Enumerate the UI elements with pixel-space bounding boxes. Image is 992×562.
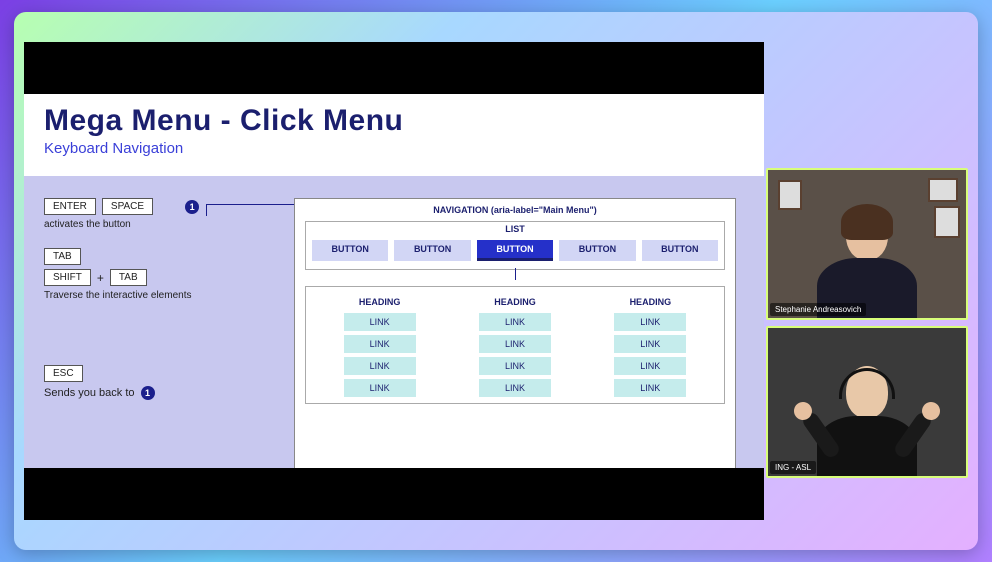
submenu-col: HEADING LINK LINK LINK LINK bbox=[454, 297, 576, 397]
column-heading: HEADING bbox=[359, 297, 401, 307]
slide-body: ENTER SPACE 1 activates the button TAB S… bbox=[24, 176, 764, 510]
menu-diagram: NAVIGATION (aria-label="Main Menu") LIST… bbox=[294, 198, 736, 480]
interpreter-name: ING - ASL bbox=[770, 461, 816, 474]
arm-left bbox=[800, 410, 842, 460]
menu-button[interactable]: BUTTON bbox=[312, 240, 388, 261]
menu-link[interactable]: LINK bbox=[344, 357, 416, 375]
key-esc: ESC bbox=[44, 365, 83, 382]
menu-link[interactable]: LINK bbox=[614, 335, 686, 353]
list-label: LIST bbox=[306, 222, 724, 236]
presenter-name: Stephanie Andreasovich bbox=[770, 303, 866, 316]
submenu-col: HEADING LINK LINK LINK LINK bbox=[589, 297, 711, 397]
hand-left-icon bbox=[790, 398, 815, 423]
submenu-columns: HEADING LINK LINK LINK LINK HEADING LINK… bbox=[312, 297, 718, 397]
presentation-slide: Mega Menu - Click Menu Keyboard Navigati… bbox=[24, 94, 764, 510]
slide-header: Mega Menu - Click Menu Keyboard Navigati… bbox=[24, 94, 764, 163]
menu-link[interactable]: LINK bbox=[614, 357, 686, 375]
button-row: BUTTON BUTTON BUTTON BUTTON BUTTON bbox=[306, 236, 724, 269]
menu-link[interactable]: LINK bbox=[344, 335, 416, 353]
submenu-panel: HEADING LINK LINK LINK LINK HEADING LINK… bbox=[305, 286, 725, 404]
desc-esc-text: Sends you back to bbox=[44, 387, 135, 399]
gradient-background: Mega Menu - Click Menu Keyboard Navigati… bbox=[0, 0, 992, 562]
menu-link[interactable]: LINK bbox=[479, 357, 551, 375]
menu-button-active[interactable]: BUTTON bbox=[477, 240, 553, 261]
menu-link[interactable]: LINK bbox=[479, 313, 551, 331]
key-enter: ENTER bbox=[44, 198, 96, 215]
marker-1-icon: 1 bbox=[185, 200, 199, 214]
dropdown-connector bbox=[515, 268, 516, 280]
plus-icon: + bbox=[97, 271, 104, 285]
slide-subtitle: Keyboard Navigation bbox=[44, 140, 744, 157]
menu-button[interactable]: BUTTON bbox=[642, 240, 718, 261]
key-space: SPACE bbox=[102, 198, 153, 215]
desc-activates: activates the button bbox=[44, 219, 274, 230]
column-heading: HEADING bbox=[630, 297, 672, 307]
key-tab: TAB bbox=[44, 248, 81, 265]
key-shift: SHIFT bbox=[44, 269, 91, 286]
wall-picture bbox=[778, 180, 802, 210]
nav-label: NAVIGATION (aria-label="Main Menu") bbox=[295, 199, 735, 215]
menu-link[interactable]: LINK bbox=[344, 379, 416, 397]
webcam-interpreter[interactable]: ING - ASL bbox=[766, 326, 968, 478]
arm-right bbox=[892, 410, 934, 460]
keys-enter-space: ENTER SPACE 1 bbox=[44, 198, 274, 215]
marker-1b-icon: 1 bbox=[141, 386, 155, 400]
keyboard-instructions: ENTER SPACE 1 activates the button TAB S… bbox=[44, 198, 274, 404]
player-bottom-letterbox bbox=[24, 468, 764, 520]
hand-right-icon bbox=[918, 398, 943, 423]
wall-picture bbox=[928, 178, 958, 202]
webcam-column: Stephanie Andreasovich ING - ASL bbox=[766, 168, 964, 484]
menu-button[interactable]: BUTTON bbox=[559, 240, 635, 261]
player-top-letterbox bbox=[24, 42, 764, 94]
webcam-presenter[interactable]: Stephanie Andreasovich bbox=[766, 168, 968, 320]
menu-link[interactable]: LINK bbox=[614, 379, 686, 397]
key-esc-row: ESC bbox=[44, 365, 274, 382]
interpreter-figure bbox=[812, 366, 922, 478]
column-heading: HEADING bbox=[494, 297, 536, 307]
video-player[interactable]: Mega Menu - Click Menu Keyboard Navigati… bbox=[24, 42, 764, 520]
hair-icon bbox=[841, 204, 893, 240]
submenu-col: HEADING LINK LINK LINK LINK bbox=[319, 297, 441, 397]
key-tab-row: TAB bbox=[44, 248, 274, 265]
slide-title: Mega Menu - Click Menu bbox=[44, 104, 744, 138]
desc-traverse: Traverse the interactive elements bbox=[44, 290, 274, 301]
wall-picture bbox=[934, 206, 960, 238]
menu-link[interactable]: LINK bbox=[479, 379, 551, 397]
menu-link[interactable]: LINK bbox=[614, 313, 686, 331]
menu-link[interactable]: LINK bbox=[344, 313, 416, 331]
menu-button[interactable]: BUTTON bbox=[394, 240, 470, 261]
key-shift-tab-row: SHIFT + TAB bbox=[44, 269, 274, 286]
menu-link[interactable]: LINK bbox=[479, 335, 551, 353]
headset-icon bbox=[839, 368, 895, 399]
list-box: LIST BUTTON BUTTON BUTTON BUTTON BUTTON bbox=[305, 221, 725, 270]
desc-esc: Sends you back to 1 bbox=[44, 386, 274, 400]
torso-icon bbox=[817, 416, 917, 478]
key-tab-2: TAB bbox=[110, 269, 147, 286]
connector-vert bbox=[206, 204, 207, 216]
player-frame: Mega Menu - Click Menu Keyboard Navigati… bbox=[14, 12, 978, 550]
